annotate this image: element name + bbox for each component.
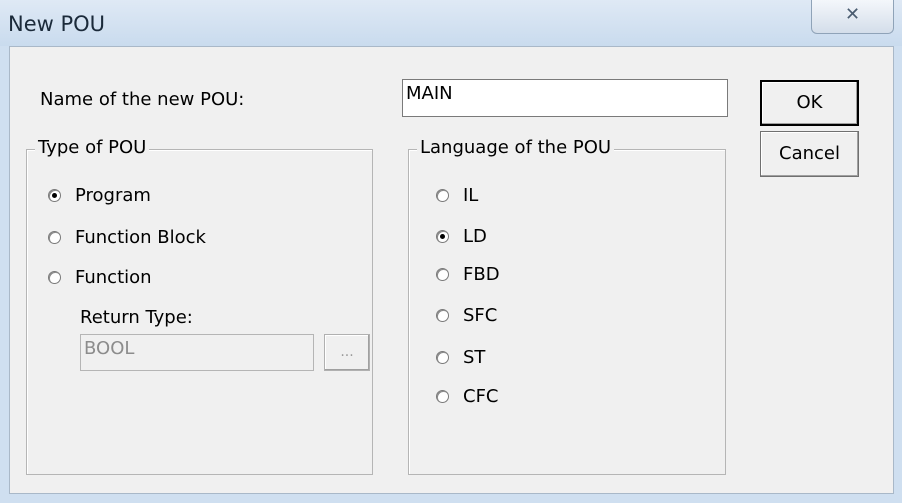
language-title: Language of the POU (417, 137, 615, 158)
language-group: Language of the POU IL LD FBD SFC ST CFC (408, 137, 726, 475)
radio-program-label: Program (75, 185, 151, 206)
radio-button[interactable] (436, 309, 449, 322)
close-button[interactable]: ✕ (811, 0, 894, 34)
radio-button-checked[interactable] (48, 189, 61, 202)
type-of-pou-title: Type of POU (35, 137, 150, 158)
radio-button[interactable] (436, 351, 449, 364)
type-of-pou-group: Type of POU Program Function Block Funct… (26, 137, 373, 475)
radio-program[interactable]: Program (48, 185, 151, 206)
pou-name-input[interactable]: MAIN (402, 79, 728, 117)
name-label: Name of the new POU: (40, 89, 245, 110)
return-type-input[interactable]: BOOL (80, 334, 314, 371)
radio-button-checked[interactable] (436, 230, 449, 243)
radio-sfc[interactable]: SFC (436, 305, 497, 326)
radio-function[interactable]: Function (48, 267, 152, 288)
radio-function-block[interactable]: Function Block (48, 227, 206, 248)
radio-il[interactable]: IL (436, 185, 478, 206)
browse-button[interactable]: ... (324, 334, 370, 371)
radio-function-block-label: Function Block (75, 227, 206, 248)
cancel-button[interactable]: Cancel (760, 131, 859, 177)
dialog-body: Name of the new POU: MAIN OK Cancel Type… (9, 46, 894, 494)
radio-ld-label: LD (463, 226, 487, 247)
return-type-label: Return Type: (80, 307, 193, 328)
radio-st-label: ST (463, 347, 486, 368)
radio-button[interactable] (436, 390, 449, 403)
radio-button[interactable] (436, 189, 449, 202)
radio-st[interactable]: ST (436, 347, 485, 368)
radio-fbd-label: FBD (463, 264, 500, 285)
radio-button[interactable] (436, 268, 449, 281)
radio-button[interactable] (48, 271, 61, 284)
close-icon: ✕ (844, 4, 861, 25)
title-bar: New POU ✕ (0, 0, 902, 46)
radio-ld[interactable]: LD (436, 226, 487, 247)
radio-function-label: Function (75, 267, 152, 288)
window-title: New POU (8, 12, 106, 36)
radio-fbd[interactable]: FBD (436, 264, 500, 285)
radio-sfc-label: SFC (463, 305, 498, 326)
radio-button[interactable] (48, 231, 61, 244)
radio-cfc-label: CFC (463, 386, 499, 407)
radio-cfc[interactable]: CFC (436, 386, 499, 407)
radio-il-label: IL (463, 185, 479, 206)
ok-button[interactable]: OK (760, 80, 859, 126)
